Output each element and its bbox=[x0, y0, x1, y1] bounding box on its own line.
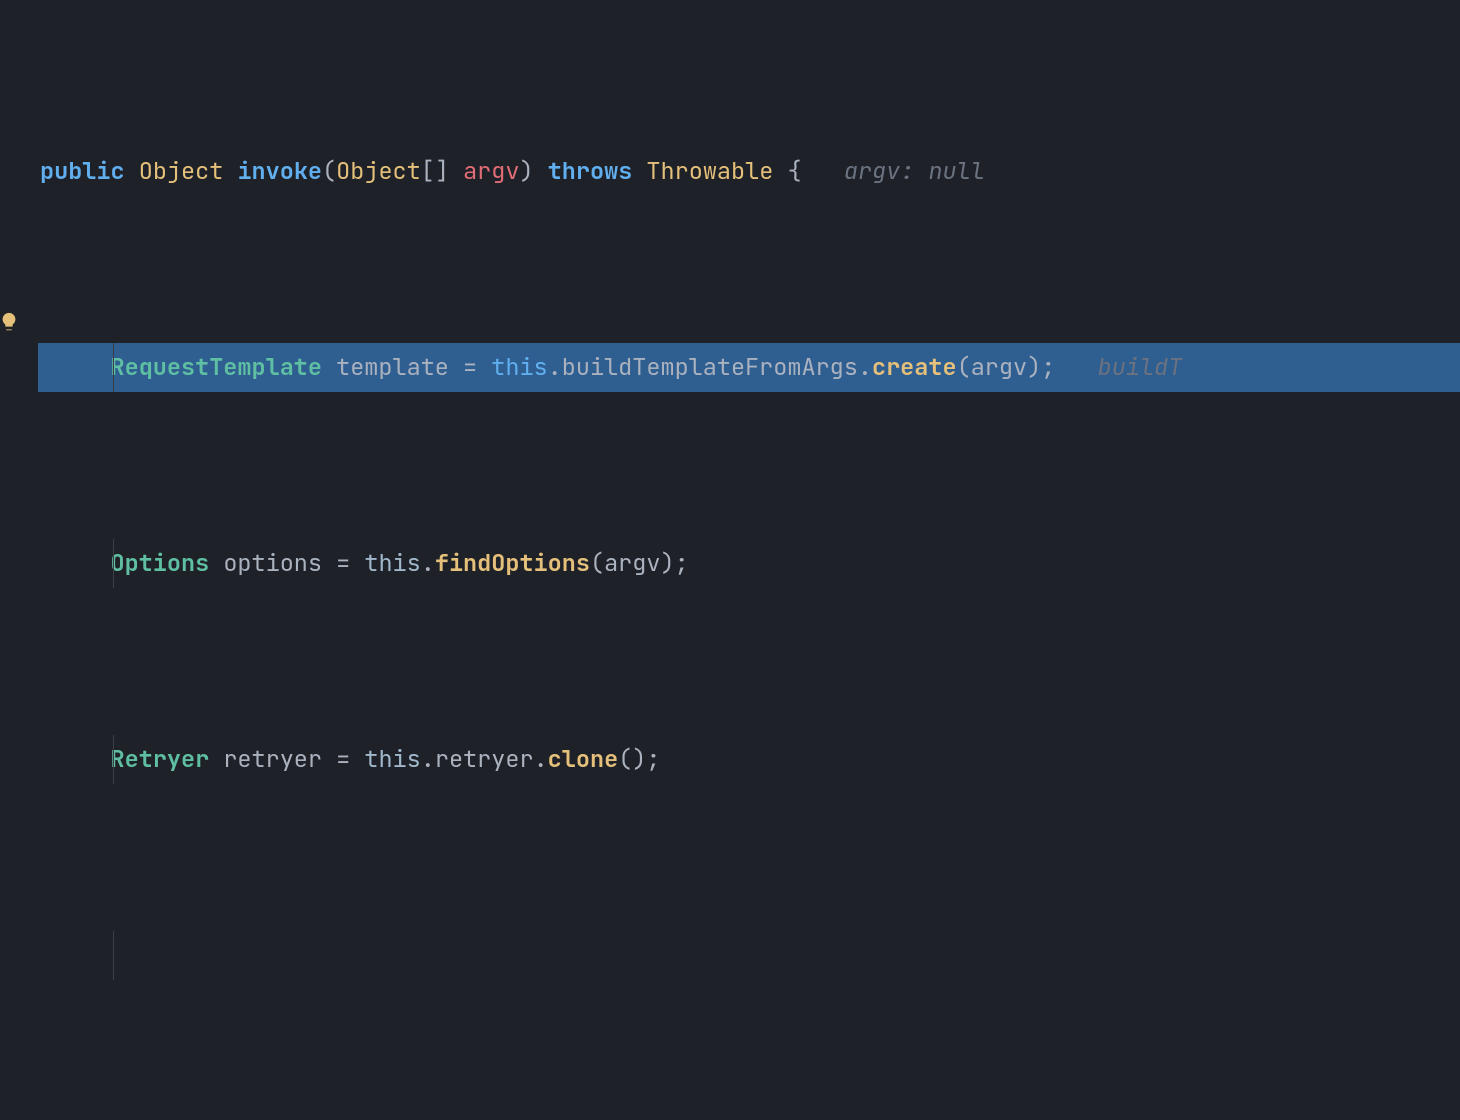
type: Retryer bbox=[111, 744, 210, 775]
method-name: invoke bbox=[237, 156, 322, 187]
indent-guide bbox=[113, 539, 114, 588]
code-editor[interactable]: public Object invoke(Object[] argv) thro… bbox=[38, 0, 1460, 1120]
inlay-hint: buildT bbox=[1098, 352, 1183, 383]
keyword-public: public bbox=[40, 156, 125, 187]
keyword-this: this bbox=[364, 548, 420, 579]
throws-type: Throwable bbox=[646, 156, 773, 187]
indent-guide bbox=[113, 735, 114, 784]
variable: retryer bbox=[223, 744, 322, 775]
inlay-hint: argv: null bbox=[844, 156, 985, 187]
indent-guide bbox=[113, 931, 114, 980]
variable: options bbox=[223, 548, 322, 579]
code-line-selected: RequestTemplate template = this.buildTem… bbox=[38, 343, 1460, 392]
code-line: Options options = this.findOptions(argv)… bbox=[38, 539, 1460, 588]
keyword-this: this bbox=[364, 744, 420, 775]
field-ref: buildTemplateFromArgs bbox=[562, 352, 858, 383]
code-line-blank bbox=[38, 931, 1460, 980]
param-name: argv bbox=[463, 156, 519, 187]
type: RequestTemplate bbox=[111, 352, 323, 383]
method-call: create bbox=[872, 352, 957, 383]
return-type: Object bbox=[139, 156, 224, 187]
param-type: Object bbox=[336, 156, 421, 187]
gutter bbox=[0, 0, 38, 560]
variable: template bbox=[336, 352, 449, 383]
intention-bulb-icon[interactable] bbox=[0, 311, 20, 333]
code-line: Retryer retryer = this.retryer.clone(); bbox=[38, 735, 1460, 784]
code-line: public Object invoke(Object[] argv) thro… bbox=[38, 147, 1460, 196]
keyword-this: this bbox=[491, 352, 547, 383]
method-call: clone bbox=[548, 744, 619, 775]
field-ref: retryer bbox=[435, 744, 534, 775]
indent-guide bbox=[113, 343, 114, 392]
method-call: findOptions bbox=[435, 548, 590, 579]
type: Options bbox=[111, 548, 210, 579]
keyword-throws: throws bbox=[548, 156, 633, 187]
